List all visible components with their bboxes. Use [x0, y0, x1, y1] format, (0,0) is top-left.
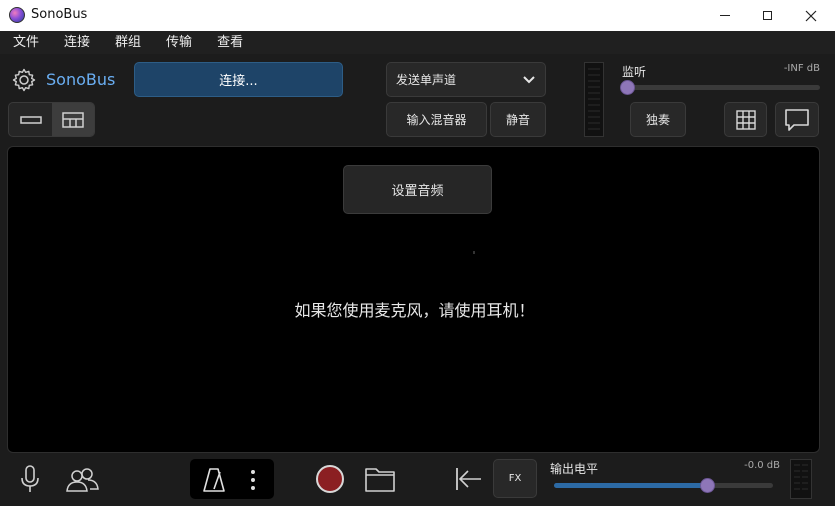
output-level-label: 输出电平 — [550, 462, 599, 476]
microphone-icon[interactable] — [18, 464, 42, 494]
mute-button[interactable]: 静音 — [490, 102, 546, 137]
close-icon — [805, 10, 817, 21]
window-title: SonoBus — [31, 7, 88, 22]
single-row-icon — [19, 115, 42, 124]
meter-segments — [588, 68, 600, 130]
headphone-message: 如果您使用麦克风，请使用耳机！ — [294, 301, 535, 320]
menu-connect[interactable]: 连接 — [51, 31, 102, 54]
monitor-label: 监听 — [622, 65, 647, 79]
output-level-meter — [790, 459, 812, 499]
record-button[interactable] — [316, 465, 344, 493]
monitor-slider[interactable] — [627, 85, 820, 90]
brand-label: SonoBus — [46, 70, 116, 89]
setup-audio-button[interactable]: 设置音频 — [343, 165, 492, 214]
grid-icon — [735, 109, 756, 130]
multi-view-button[interactable] — [52, 103, 94, 136]
solo-button[interactable]: 独奏 — [630, 102, 686, 137]
output-slider-thumb[interactable] — [700, 478, 715, 493]
menu-group[interactable]: 群组 — [102, 31, 153, 54]
fx-button[interactable]: FX — [493, 459, 537, 498]
minimize-button[interactable] — [703, 0, 747, 31]
monitor-value: -INF dB — [783, 63, 820, 74]
main-panel: 设置音频 如果您使用麦克风，请使用耳机！ — [7, 146, 820, 453]
connect-button[interactable]: 连接... — [134, 62, 343, 97]
monitor-slider-thumb[interactable] — [620, 80, 635, 95]
chat-icon — [785, 108, 809, 131]
multi-row-icon — [62, 111, 84, 128]
menu-bar: 文件 连接 群组 传输 查看 — [0, 31, 835, 54]
chat-button[interactable] — [775, 102, 819, 137]
output-level-value: -0.0 dB — [744, 460, 780, 471]
output-slider-fill — [554, 483, 707, 488]
grid-button[interactable] — [724, 102, 767, 137]
send-mode-value: 发送单声道 — [396, 73, 457, 87]
output-level-slider[interactable] — [554, 483, 773, 488]
folder-icon[interactable] — [364, 465, 396, 493]
divider-dot — [473, 251, 475, 254]
close-button[interactable] — [789, 0, 833, 31]
gear-icon[interactable] — [12, 68, 36, 92]
menu-file[interactable]: 文件 — [0, 31, 51, 54]
app-body: SonoBus 连接... 发送单声道 输入混音器 静音 监听 -INF dB … — [0, 54, 835, 506]
metronome-icon[interactable] — [202, 467, 226, 493]
menu-transport[interactable]: 传输 — [153, 31, 204, 54]
input-level-meter — [584, 62, 604, 137]
more-options-icon[interactable] — [250, 469, 256, 491]
metronome-group — [190, 459, 274, 499]
input-mixer-button[interactable]: 输入混音器 — [386, 102, 487, 137]
chevron-down-icon — [523, 76, 535, 84]
maximize-button[interactable] — [745, 0, 789, 31]
title-bar: SonoBus — [0, 0, 835, 31]
output-meter-segments — [794, 464, 808, 490]
view-toggle — [8, 102, 95, 137]
send-mode-select[interactable]: 发送单声道 — [386, 62, 546, 97]
app-icon — [9, 7, 25, 23]
menu-view[interactable]: 查看 — [204, 31, 255, 54]
people-icon[interactable] — [64, 466, 100, 494]
skip-back-icon[interactable] — [454, 466, 482, 492]
single-view-button[interactable] — [9, 103, 52, 136]
